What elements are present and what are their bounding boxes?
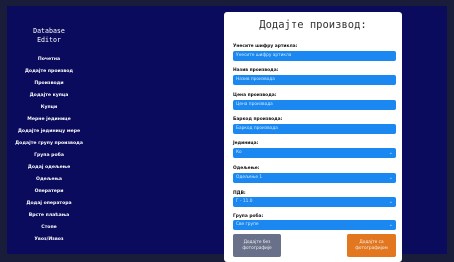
sidebar-item-operators[interactable]: Оператери [7, 188, 91, 195]
sidebar-item-units[interactable]: Мерне јединице [7, 116, 91, 123]
chevron-down-icon: ⌄ [388, 199, 393, 205]
sidebar-item-product-groups[interactable]: Група роба [7, 152, 91, 159]
sidebar-item-customers[interactable]: Купци [7, 104, 91, 111]
app-title: Database Editor [13, 27, 85, 44]
sidebar-item-add-product[interactable]: Додајте производ [7, 68, 91, 75]
sidebar-item-add-department[interactable]: Додај одељење [7, 164, 91, 171]
vat-select[interactable]: Г - 11.0 ⌄ [233, 197, 396, 207]
add-without-photo-button[interactable]: Додајте без фотографије [233, 234, 281, 257]
unit-label: Јединица: [233, 141, 259, 146]
chevron-down-icon: ⌄ [388, 222, 393, 228]
group-label: Група роба: [233, 214, 264, 219]
sidebar-item-products[interactable]: Производи [7, 80, 91, 87]
sidebar-item-add-product-group[interactable]: Додајте групу производа [7, 140, 91, 147]
chevron-down-icon: ⌄ [388, 175, 393, 181]
vat-label: ПДВ: [233, 191, 246, 196]
sidebar-item-add-customer[interactable]: Додајте купца [7, 92, 91, 99]
sidebar: Database Editor Почетна Додајте производ… [7, 6, 91, 254]
vat-select-value: Г - 11.0 [236, 199, 253, 204]
app-title-line2: Editor [37, 35, 61, 44]
group-select-value: Све групе [236, 222, 259, 227]
ean-input[interactable]: Баркод производа [233, 124, 396, 134]
barcode-label: Унесите шифру артикла: [233, 44, 298, 49]
sidebar-item-add-operator[interactable]: Додај оператора [7, 200, 91, 207]
name-label: Назив производа: [233, 68, 279, 73]
department-label: Одељење: [233, 166, 260, 171]
sidebar-item-payment-types[interactable]: Врсте плаћања [7, 212, 91, 219]
department-select-value: Одељење 1 [236, 175, 263, 180]
add-product-form: Додајте производ: Унесите шифру артикла:… [224, 12, 402, 262]
unit-select[interactable]: Ко ⌄ [233, 148, 396, 158]
add-with-photo-button[interactable]: Додајте са фотографијом [347, 234, 396, 257]
chevron-down-icon: ⌄ [388, 150, 393, 156]
sidebar-item-import-export[interactable]: Увоз/Извоз [7, 236, 91, 243]
name-input[interactable]: Назив производа [233, 75, 396, 85]
add-with-photo-line2: фотографијом [355, 245, 388, 251]
group-select[interactable]: Све групе ⌄ [233, 220, 396, 230]
price-input[interactable]: Цена производа [233, 100, 396, 110]
sidebar-item-departments[interactable]: Одељења [7, 176, 91, 183]
ean-label: Баркод производа: [233, 117, 283, 122]
sidebar-item-add-unit[interactable]: Додајте јединицу мере [7, 128, 91, 135]
unit-select-value: Ко [236, 150, 242, 155]
add-without-photo-line2: фотографије [242, 245, 272, 251]
app-title-line1: Database [33, 27, 65, 35]
form-title: Додајте производ: [259, 19, 367, 31]
sidebar-item-home[interactable]: Почетна [7, 56, 91, 63]
department-select[interactable]: Одељење 1 ⌄ [233, 173, 396, 183]
price-label: Цена производа: [233, 93, 277, 98]
app-window: Database Editor Почетна Додајте производ… [7, 6, 447, 262]
sidebar-item-rates[interactable]: Стопе [7, 224, 91, 231]
barcode-input[interactable]: Унесите шифру артикла [233, 51, 396, 61]
